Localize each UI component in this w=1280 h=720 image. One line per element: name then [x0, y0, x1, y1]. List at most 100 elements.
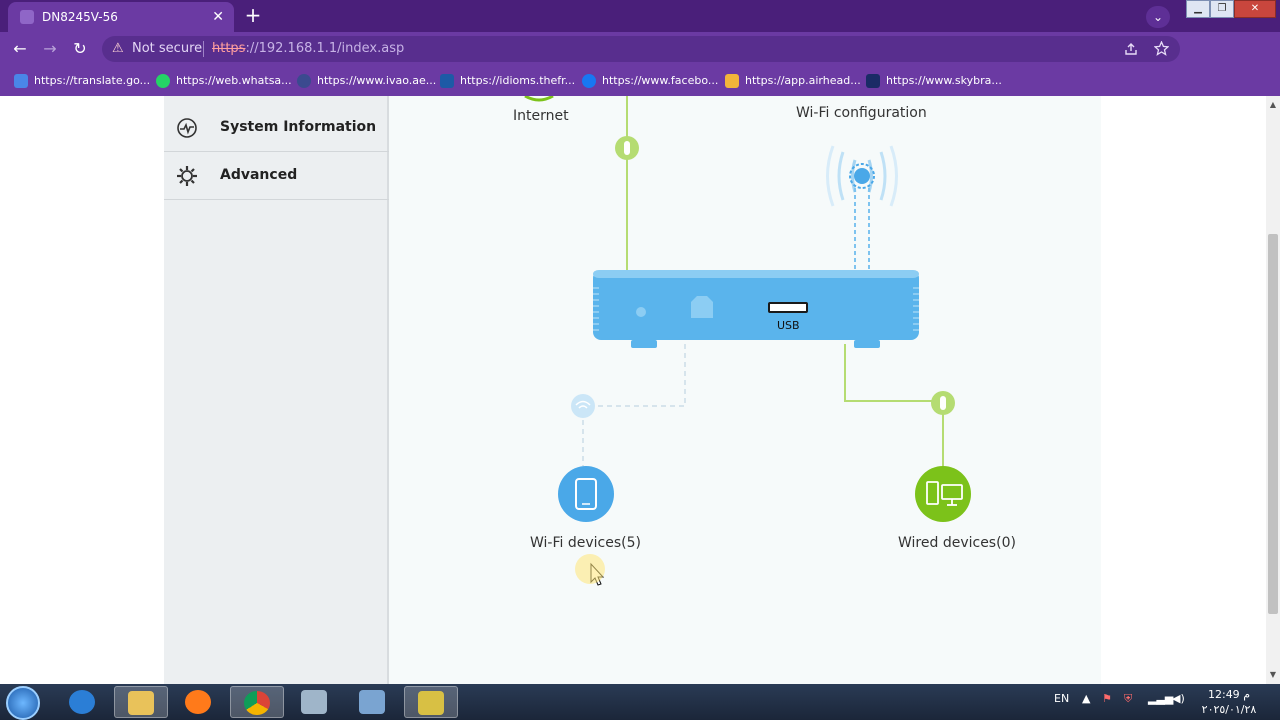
bookmark-label: https://www.facebo... [602, 74, 719, 87]
bookmark-item[interactable]: https://idioms.thefr... [440, 72, 575, 90]
maximize-button[interactable]: ❐ [1210, 0, 1234, 18]
taskbar-app[interactable] [404, 686, 458, 718]
network-topology: Internet Wi-Fi configuration USB Wi-Fi d… [389, 96, 1101, 684]
bookmark-item[interactable]: https://web.whatsa... [156, 72, 292, 90]
scroll-thumb[interactable] [1268, 234, 1278, 614]
url-text[interactable]: https://192.168.1.1/index.asp [212, 41, 404, 56]
bookmark-label: https://app.airhead... [745, 74, 861, 87]
usb-port-icon [768, 302, 808, 313]
sidebar-item-system-information[interactable]: System Information [164, 104, 389, 152]
browser-toolbar: ← → ↻ ⚠ Not secure https://192.168.1.1/i… [0, 32, 1280, 90]
wired-devices-label[interactable]: Wired devices(0) [898, 535, 1016, 551]
ivao-icon [297, 74, 311, 88]
clock-time: 12:49 م [1207, 688, 1250, 701]
taskbar-app[interactable] [288, 686, 342, 718]
taskbar-app[interactable] [56, 686, 110, 718]
start-button[interactable] [6, 686, 40, 720]
wifi-devices-label[interactable]: Wi-Fi devices(5) [530, 535, 641, 551]
internet-globe-icon[interactable] [524, 96, 554, 102]
security-label[interactable]: Not secure [132, 41, 202, 56]
router-icon[interactable] [593, 270, 919, 348]
bookmark-item[interactable]: https://translate.go... [14, 72, 150, 90]
scroll-down-icon[interactable]: ▼ [1268, 670, 1278, 680]
wired-devices-icon[interactable] [915, 466, 971, 522]
bookmarks-bar: https://translate.go... https://web.what… [0, 66, 1280, 96]
scroll-up-icon[interactable]: ▲ [1268, 100, 1278, 110]
facebook-icon [582, 74, 596, 88]
calculator-icon [301, 690, 327, 714]
window-close-button[interactable]: ✕ [1234, 0, 1276, 18]
topology-diagram [524, 96, 971, 586]
wired-link-line [844, 344, 943, 402]
clock[interactable]: 12:49 م ٢٠٢٥/٠١/٢٨ [1196, 687, 1262, 717]
bookmark-label: https://www.skybra... [886, 74, 1002, 87]
sidebar-item-label: System Information [220, 119, 377, 135]
file-explorer-icon [128, 691, 154, 715]
wifi-config-icon[interactable] [826, 145, 898, 207]
link-plug-icon [940, 396, 946, 410]
page-scrollbar[interactable]: ▲ ▼ [1266, 96, 1280, 684]
browser-tab-strip: DN8245V-56 ✕ + ⌄ ▁ ❐ ✕ [0, 0, 1280, 32]
taskbar: EN ▲ ⚑ ⛨ ▂▃▅ ◀) 12:49 م ٢٠٢٥/٠١/٢٨ [0, 684, 1280, 720]
tab-title: DN8245V-56 [42, 10, 118, 24]
bookmark-item[interactable]: https://www.ivao.ae... [297, 72, 436, 90]
warning-icon[interactable]: ⚠ [112, 41, 124, 56]
action-center-icon[interactable]: ⚑ [1102, 692, 1112, 705]
power-led-icon [636, 307, 646, 317]
taskbar-app[interactable] [172, 686, 226, 718]
whatsapp-icon [156, 74, 170, 88]
bookmark-label: https://idioms.thefr... [460, 74, 576, 87]
firefox-icon [185, 690, 211, 714]
sidebar-item-advanced[interactable]: Advanced [164, 152, 389, 200]
bookmark-item[interactable]: https://www.facebo... [582, 72, 718, 90]
internet-label[interactable]: Internet [513, 108, 569, 124]
taskbar-app[interactable] [114, 686, 168, 718]
bookmark-label: https://web.whatsa... [176, 74, 292, 87]
favicon-icon [20, 10, 34, 24]
taskbar-app[interactable] [230, 686, 284, 718]
star-icon[interactable] [1154, 41, 1169, 56]
back-button[interactable]: ← [8, 38, 32, 60]
url-scheme: https [212, 41, 246, 56]
airhead-icon [725, 74, 739, 88]
bookmark-item[interactable]: https://app.airhead... [725, 72, 861, 90]
idioms-icon [440, 74, 454, 88]
address-bar[interactable]: ⚠ Not secure https://192.168.1.1/index.a… [102, 36, 1180, 62]
tab-close-icon[interactable]: ✕ [212, 2, 224, 32]
network-signal-icon[interactable]: ▂▃▅ [1148, 692, 1173, 705]
minimize-button[interactable]: ▁ [1186, 0, 1210, 18]
security-icon[interactable]: ⛨ [1124, 692, 1132, 706]
tab-search-button[interactable]: ⌄ [1146, 6, 1170, 28]
translate-icon [14, 74, 28, 88]
taskbar-app[interactable] [346, 686, 400, 718]
internet-explorer-icon [69, 690, 95, 714]
gear-icon [177, 166, 197, 186]
bookmark-label: https://translate.go... [34, 74, 151, 87]
share-icon[interactable] [1124, 42, 1138, 56]
chrome-icon [244, 691, 270, 715]
new-tab-button[interactable]: + [240, 4, 266, 28]
reload-button[interactable]: ↻ [68, 38, 92, 60]
url-host-path: ://192.168.1.1/index.asp [245, 41, 405, 56]
wifi-devices-icon[interactable] [558, 466, 614, 522]
pulse-icon [177, 118, 197, 138]
link-plug-icon [624, 141, 630, 155]
address-separator [203, 41, 204, 57]
show-hidden-icons[interactable]: ▲ [1082, 692, 1090, 705]
wifi-config-label[interactable]: Wi-Fi configuration [796, 105, 927, 121]
clock-date: ٢٠٢٥/٠١/٢٨ [1201, 703, 1257, 716]
video-editor-icon [418, 691, 444, 715]
usb-label: USB [777, 319, 800, 332]
network-icon [359, 690, 385, 714]
wifi-link-line [585, 344, 686, 407]
language-indicator[interactable]: EN [1054, 692, 1069, 705]
forward-button[interactable]: → [38, 38, 62, 60]
bookmark-label: https://www.ivao.ae... [317, 74, 437, 87]
click-highlight [575, 554, 605, 584]
router-page: System Information Advanced Internet Wi-… [0, 96, 1266, 684]
sidebar: System Information Advanced [164, 96, 389, 684]
volume-icon[interactable]: ◀) [1172, 692, 1185, 705]
browser-tab[interactable]: DN8245V-56 ✕ [8, 2, 234, 32]
bookmark-item[interactable]: https://www.skybra... [866, 72, 1002, 90]
skybrary-icon [866, 74, 880, 88]
